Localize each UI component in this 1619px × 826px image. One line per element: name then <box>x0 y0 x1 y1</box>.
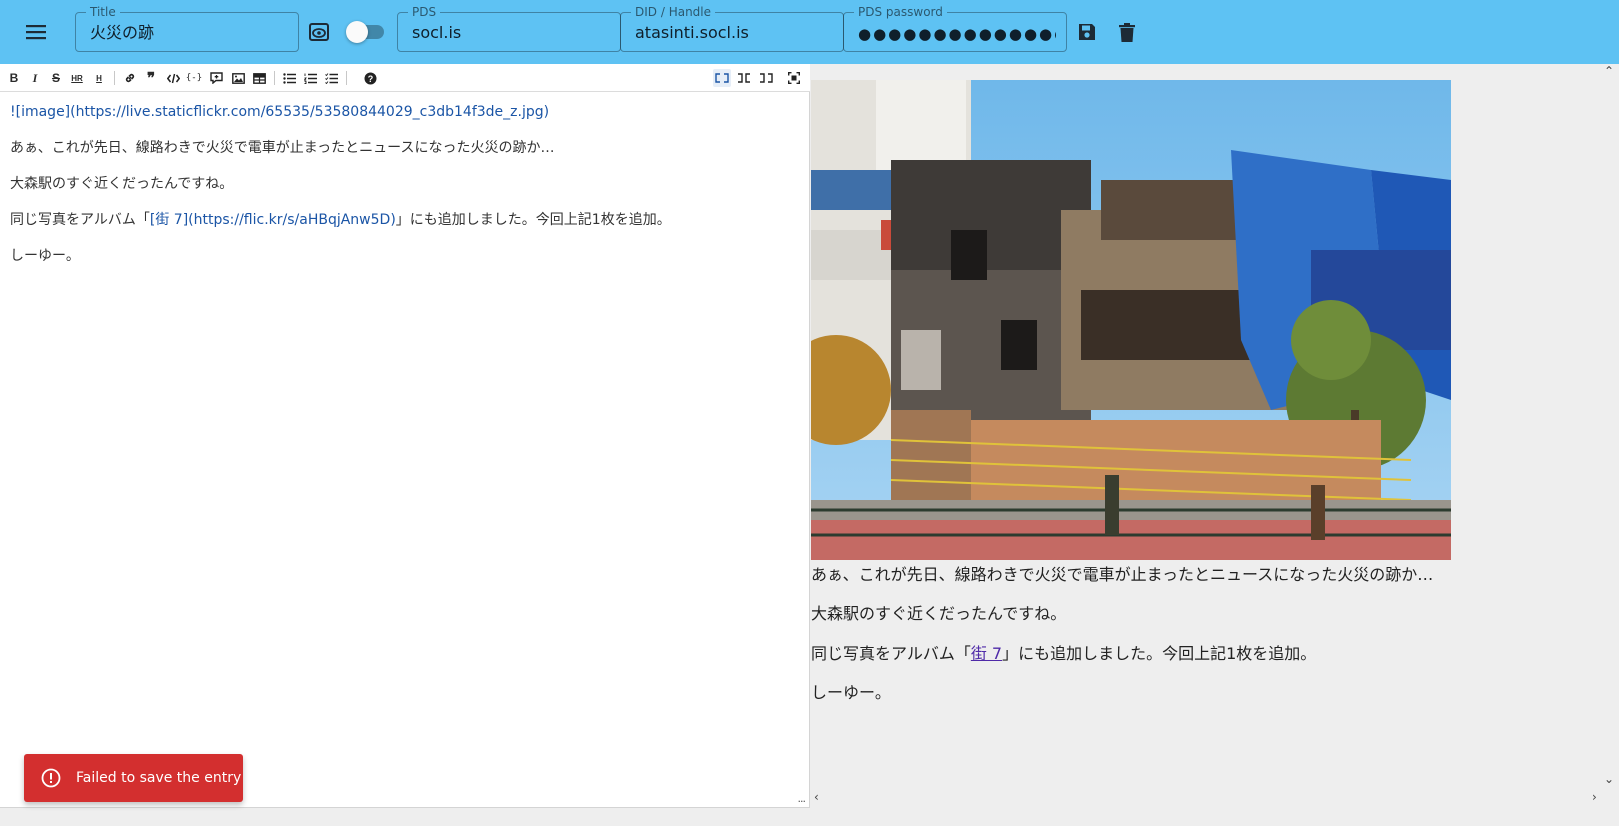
password-field[interactable]: PDS password ●●●●●●●●●●●●●●●●●●●●● <box>843 5 1067 52</box>
markdown-text-span: 同じ写真をアルバム「 <box>10 212 150 228</box>
svg-text:?: ? <box>367 74 373 84</box>
preview-pane: あぁ、これが先日、線路わきで火災で電車が止まったとニュースになった火災の跡か… … <box>811 64 1601 808</box>
scroll-down-icon[interactable]: ⌄ <box>1604 772 1614 786</box>
code-icon[interactable] <box>164 69 182 87</box>
preview-paragraph: 同じ写真をアルバム「街 7」にも追加しました。今回上記1枚を追加。 <box>811 643 1591 665</box>
scroll-left-icon[interactable]: ‹ <box>814 790 819 804</box>
app-bar: Title PDS DID / Handle PDS password ●●●●… <box>0 0 1619 64</box>
editor-toolbar: B I S HR H ❞ {-} ? <box>0 64 810 92</box>
markdown-line: あぁ、これが先日、線路わきで火災で電車が止まったとニュースになった火災の跡か… <box>10 140 555 156</box>
toolbar-divider <box>346 71 347 85</box>
handle-field-label: DID / Handle <box>631 5 716 19</box>
preview-text-span: 」にも追加しました。今回上記1枚を追加。 <box>1002 644 1317 663</box>
error-snackbar: Failed to save the entry <box>24 754 243 802</box>
markdown-line: 大森駅のすぐ近くだったんですね。 <box>10 176 234 192</box>
code-block-icon[interactable]: {-} <box>185 69 203 87</box>
image-icon[interactable] <box>229 69 247 87</box>
handle-input[interactable] <box>635 22 833 44</box>
snackbar-message: Failed to save the entry <box>76 770 242 786</box>
preview-album-link[interactable]: 街 7 <box>971 644 1002 663</box>
pds-field-label: PDS <box>408 5 441 19</box>
pds-field[interactable]: PDS <box>397 5 621 52</box>
side-by-side-mode-icon[interactable] <box>735 69 753 87</box>
heading-icon[interactable]: H <box>90 69 108 87</box>
markdown-image-line: ![image](https://live.staticflickr.com/6… <box>10 104 550 120</box>
resize-handle[interactable]: ... <box>798 792 806 805</box>
bold-icon[interactable]: B <box>5 69 23 87</box>
markdown-editor[interactable]: B I S HR H ❞ {-} ? ![image](https://live… <box>0 64 810 808</box>
help-icon[interactable]: ? <box>361 69 379 87</box>
password-field-label: PDS password <box>854 5 947 19</box>
table-icon[interactable] <box>250 69 268 87</box>
scroll-right-icon[interactable]: › <box>1592 790 1597 804</box>
markdown-line: 同じ写真をアルバム「[街 7](https://flic.kr/s/aHBqjA… <box>10 210 790 230</box>
title-input[interactable] <box>90 22 288 44</box>
preview-paragraph: しーゆー。 <box>811 683 891 702</box>
menu-icon[interactable] <box>22 18 50 46</box>
toggle-switch[interactable] <box>346 21 386 43</box>
markdown-link: [街 7](https://flic.kr/s/aHBqjAnw5D) <box>149 212 396 228</box>
heading-2-icon[interactable]: HR <box>68 69 86 87</box>
ordered-list-icon[interactable] <box>301 69 319 87</box>
italic-icon[interactable]: I <box>26 69 44 87</box>
unordered-list-icon[interactable] <box>280 69 298 87</box>
scroll-up-icon[interactable]: ⌃ <box>1604 64 1614 78</box>
toggle-thumb <box>346 21 368 43</box>
title-field-label: Title <box>86 5 120 19</box>
markdown-text[interactable]: ![image](https://live.staticflickr.com/6… <box>10 102 790 282</box>
pds-input[interactable] <box>412 22 610 44</box>
strikethrough-icon[interactable]: S <box>47 69 65 87</box>
save-icon[interactable] <box>1075 20 1099 44</box>
markdown-text-span: 」にも追加しました。今回上記1枚を追加。 <box>395 212 671 228</box>
comment-icon[interactable] <box>207 69 225 87</box>
markdown-line: しーゆー。 <box>10 248 80 264</box>
delete-icon[interactable] <box>1115 20 1139 44</box>
preview-paragraph: あぁ、これが先日、線路わきで火災で電車が止まったとニュースになった火災の跡か… <box>811 565 1434 584</box>
toolbar-divider <box>274 71 275 85</box>
task-list-icon[interactable] <box>322 69 340 87</box>
password-input[interactable]: ●●●●●●●●●●●●●●●●●●●●● <box>858 23 1056 45</box>
fullscreen-icon[interactable] <box>785 69 803 87</box>
fire-ruins-photo <box>811 80 1451 560</box>
preview-only-mode-icon[interactable] <box>757 69 775 87</box>
title-field[interactable]: Title <box>75 5 299 52</box>
handle-field[interactable]: DID / Handle <box>620 5 844 52</box>
error-icon <box>41 768 61 788</box>
editor-only-mode-icon[interactable] <box>713 69 731 87</box>
preview-paragraph: 大森駅のすぐ近くだったんですね。 <box>811 604 1067 623</box>
quote-icon[interactable]: ❞ <box>142 69 160 87</box>
toolbar-divider <box>114 71 115 85</box>
preview-text-span: 同じ写真をアルバム「 <box>811 644 971 663</box>
link-icon[interactable] <box>121 69 139 87</box>
preview-icon[interactable] <box>307 20 331 44</box>
